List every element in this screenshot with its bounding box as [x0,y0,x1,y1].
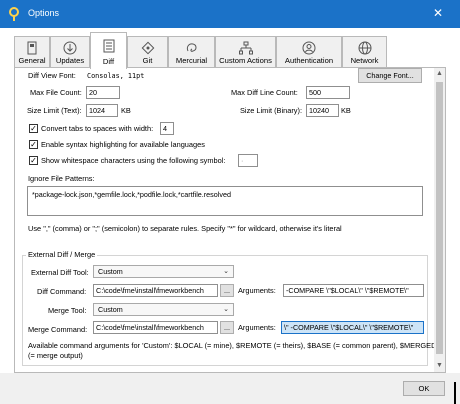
merge-tool-select[interactable]: Custom ⌄ [93,303,234,316]
custom-actions-icon [238,41,253,55]
window-title: Options [28,8,60,18]
command-arguments-hint-cont: (= merge output) [28,351,83,360]
tab-git[interactable]: Git [127,36,168,68]
external-diff-tool-label: External Diff Tool: [31,268,89,277]
external-diff-tool-value: Custom [98,267,123,276]
max-file-count-label: Max File Count: [30,88,82,97]
diff-command-input[interactable]: C:\code\fme\install\fmeworkbench [93,284,218,297]
network-icon [358,41,371,55]
diff-view-font-label: Diff View Font: [28,71,76,80]
diff-view-font-value: Consolas, 11pt [87,72,145,80]
size-limit-text-input[interactable]: 1024 [86,104,118,117]
syntax-highlighting-label: Enable syntax highlighting for available… [41,140,205,149]
max-diff-line-count-input[interactable]: 500 [306,86,350,99]
syntax-highlighting-checkbox[interactable]: ✓ [29,140,38,149]
max-diff-line-count-label: Max Diff Line Count: [231,88,298,97]
tab-network[interactable]: Network [342,36,387,68]
tab-git-label: Git [142,56,153,65]
merge-arguments-input[interactable]: \" -COMPARE \"$LOCAL\" \"$REMOTE\" [281,321,424,334]
diff-icon [103,39,114,53]
tab-custom-actions-label: Custom Actions [219,56,272,65]
size-limit-text-label: Size Limit (Text): [27,106,82,115]
tab-custom-actions[interactable]: Custom Actions [215,36,276,68]
tab-width-input[interactable]: 4 [160,122,174,135]
merge-tool-value: Custom [98,305,123,314]
dialog-footer [0,373,460,404]
external-diff-tool-select[interactable]: Custom ⌄ [93,265,234,278]
tab-updates[interactable]: Updates [50,36,90,68]
merge-arguments-label: Arguments: [238,323,276,332]
size-limit-binary-input[interactable]: 10240 [306,104,339,117]
whitespace-symbol-input[interactable]: · [238,154,258,167]
ignore-patterns-label: Ignore File Patterns: [28,174,95,183]
ignore-patterns-hint: Use "," (comma) or ";" (semicolon) to se… [28,224,342,233]
git-icon [141,41,154,55]
text-cursor [454,382,456,404]
tab-updates-label: Updates [55,56,85,65]
external-diff-merge-title: External Diff / Merge [26,250,98,260]
tab-authentication-label: Authentication [284,56,334,65]
updates-icon [63,41,77,55]
tab-diff-label: Diff [102,57,115,66]
scroll-down-icon[interactable]: ▼ [434,360,445,372]
title-bar: Options ✕ [0,0,460,28]
show-whitespace-checkbox[interactable]: ✓ [29,156,38,165]
tab-general[interactable]: General [14,36,50,68]
merge-command-input[interactable]: C:\code\fme\install\fmeworkbench [93,321,218,334]
merge-command-browse-button[interactable]: ... [220,321,234,334]
chevron-down-icon: ⌄ [223,306,229,313]
show-whitespace-label: Show whitespace characters using the fol… [41,156,226,165]
tab-general-label: General [18,56,46,65]
diff-command-label: Diff Command: [37,287,87,296]
close-icon[interactable]: ✕ [430,5,446,21]
size-limit-binary-unit: KB [341,106,351,115]
change-font-button[interactable]: Change Font... [358,68,422,83]
merge-command-label: Merge Command: [28,325,88,334]
convert-tabs-checkbox[interactable]: ✓ [29,124,38,133]
tab-authentication[interactable]: Authentication [276,36,342,68]
max-file-count-input[interactable]: 20 [86,86,120,99]
app-icon [9,7,19,21]
ok-button[interactable]: OK [403,381,445,396]
general-icon [27,41,37,55]
chevron-down-icon: ⌄ [223,268,229,275]
tab-mercurial[interactable]: Mercurial [168,36,215,68]
convert-tabs-label: Convert tabs to spaces with width: [41,124,154,133]
tab-diff[interactable]: Diff [90,32,127,69]
vertical-scrollbar[interactable]: ▲ ▼ [434,68,445,372]
size-limit-text-unit: KB [121,106,131,115]
tab-network-label: Network [350,56,379,65]
diff-arguments-input[interactable]: -COMPARE \"$LOCAL\" \"$REMOTE\" [283,284,424,297]
tab-mercurial-label: Mercurial [175,56,208,65]
ignore-patterns-textarea[interactable]: *package-lock.json,*gemfile.lock,*podfil… [27,186,423,216]
scroll-up-icon[interactable]: ▲ [434,68,445,80]
scrollbar-thumb[interactable] [436,82,443,354]
command-arguments-hint: Available command arguments for 'Custom'… [28,341,437,350]
diff-arguments-label: Arguments: [238,286,276,295]
mercurial-icon [186,43,196,52]
diff-command-browse-button[interactable]: ... [220,284,234,297]
authentication-icon [302,41,316,55]
merge-tool-label: Merge Tool: [48,306,87,315]
size-limit-binary-label: Size Limit (Binary): [240,106,303,115]
